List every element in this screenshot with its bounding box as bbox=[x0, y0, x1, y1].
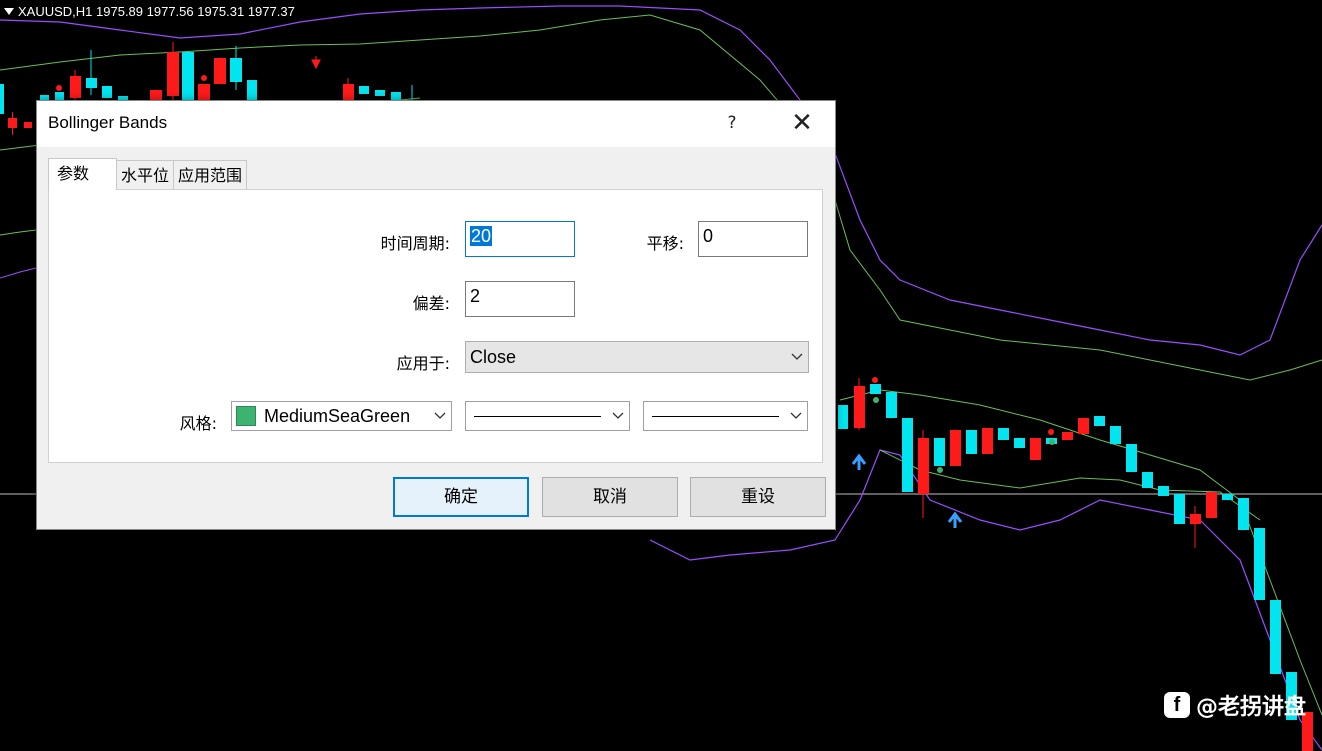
facebook-logo-icon: f bbox=[1163, 692, 1190, 718]
chevron-down-icon bbox=[607, 402, 629, 430]
middle-band-left bbox=[0, 229, 37, 236]
dialog-title: Bollinger Bands bbox=[48, 113, 168, 132]
chevron-down-icon bbox=[786, 342, 808, 372]
watermark: f @老拐讲盘 bbox=[1163, 689, 1306, 721]
up-arrow-signal bbox=[851, 453, 867, 470]
period-label: 时间周期: bbox=[380, 234, 450, 253]
chart-symbol-header[interactable]: XAUUSD,H1 1975.89 1977.56 1975.31 1977.3… bbox=[4, 4, 295, 19]
apply-to-select[interactable]: Close bbox=[465, 341, 809, 373]
line-style-select[interactable] bbox=[465, 401, 630, 431]
ok-button[interactable]: 确定 bbox=[393, 477, 529, 517]
line-style-preview bbox=[474, 415, 601, 417]
reset-button[interactable]: 重设 bbox=[690, 477, 826, 517]
help-icon[interactable]: ? bbox=[721, 110, 743, 136]
cancel-button[interactable]: 取消 bbox=[542, 477, 678, 517]
close-icon[interactable]: ✕ bbox=[785, 109, 819, 139]
dialog-titlebar[interactable]: Bollinger Bands ? ✕ bbox=[37, 101, 835, 147]
parameters-panel: 时间周期: 20 平移: 0 偏差: 2 应用于: Close 风格: Medi… bbox=[48, 189, 823, 463]
bollinger-bands-dialog: Bollinger Bands ? ✕ 参数 水平位 应用范围 时间周期: 20… bbox=[36, 100, 836, 530]
tab-parameters[interactable]: 参数 bbox=[48, 158, 117, 190]
shift-label: 平移: bbox=[646, 234, 684, 253]
tab-strip: 参数 水平位 应用范围 bbox=[48, 158, 248, 190]
style-label: 风格: bbox=[179, 414, 217, 433]
tab-levels[interactable]: 水平位 bbox=[116, 160, 175, 190]
shift-input[interactable]: 0 bbox=[698, 221, 808, 257]
chevron-down-icon bbox=[785, 402, 807, 430]
watermark-text: @老拐讲盘 bbox=[1195, 695, 1306, 720]
line-width-preview bbox=[652, 415, 779, 417]
period-input[interactable]: 20 bbox=[465, 221, 575, 257]
deviation-input[interactable]: 2 bbox=[465, 281, 575, 317]
deviation-label: 偏差: bbox=[412, 294, 450, 313]
color-select[interactable]: MediumSeaGreen bbox=[231, 401, 452, 431]
chevron-down-icon bbox=[429, 402, 451, 430]
line-width-select[interactable] bbox=[643, 401, 808, 431]
up-arrow-signal bbox=[947, 511, 963, 528]
apply-to-label: 应用于: bbox=[396, 354, 450, 373]
color-swatch bbox=[236, 406, 256, 426]
dropdown-triangle-icon bbox=[4, 8, 14, 15]
upper-band-left bbox=[0, 267, 37, 279]
tab-visualization[interactable]: 应用范围 bbox=[173, 160, 248, 190]
